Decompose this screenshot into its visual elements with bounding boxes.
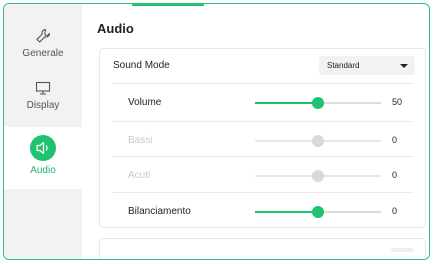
- top-indicator: [132, 4, 204, 6]
- page-title: Audio: [97, 21, 134, 36]
- sound-mode-row: Sound Mode Standard: [100, 49, 425, 83]
- slider-label: Bilanciamento: [128, 206, 191, 217]
- next-settings-panel: [99, 238, 426, 259]
- slider-label: Bassi: [128, 135, 153, 146]
- chevron-down-icon: [400, 64, 408, 68]
- divider: [112, 83, 413, 84]
- bilanciamento-slider[interactable]: [255, 206, 381, 218]
- sidebar-item-display[interactable]: Display: [4, 80, 82, 116]
- slider-fill: [255, 102, 318, 104]
- slider-fill: [255, 211, 318, 213]
- audio-icon-badge: [30, 135, 56, 161]
- slider-label: Acuti: [128, 170, 151, 181]
- sidebar-item-label: Audio: [30, 165, 56, 176]
- sound-mode-label: Sound Mode: [113, 60, 170, 71]
- wrench-icon: [36, 28, 51, 43]
- slider-thumb[interactable]: [312, 97, 324, 109]
- volume-row: Volume 50: [100, 86, 425, 120]
- slider-label: Volume: [128, 97, 162, 108]
- divider: [112, 121, 413, 122]
- monitor-icon: [35, 81, 51, 95]
- slider-thumb[interactable]: [312, 170, 324, 182]
- divider: [112, 156, 413, 157]
- slider-value: 0: [392, 135, 398, 145]
- audio-settings-panel: Sound Mode Standard Volume 50 Bassi 0 Ac…: [99, 48, 426, 228]
- slider-value: 0: [392, 170, 398, 180]
- acuti-row: Acuti 0: [100, 159, 425, 193]
- bassi-row: Bassi 0: [100, 124, 425, 158]
- sidebar-item-audio[interactable]: Audio: [4, 127, 82, 189]
- partial-control: [391, 248, 413, 252]
- acuti-slider[interactable]: [255, 170, 381, 182]
- sound-mode-value: Standard: [327, 61, 360, 70]
- slider-value: 50: [392, 97, 403, 107]
- slider-thumb[interactable]: [312, 206, 324, 218]
- sound-mode-select[interactable]: Standard: [319, 56, 415, 75]
- sidebar-item-label: Display: [26, 100, 60, 111]
- app-window: Generale Display Audio Audio Sound Mode …: [3, 3, 430, 260]
- bilanciamento-row: Bilanciamento 0: [100, 195, 425, 229]
- sidebar-item-label: Generale: [22, 48, 64, 59]
- volume-slider[interactable]: [255, 97, 381, 109]
- slider-thumb[interactable]: [312, 135, 324, 147]
- slider-value: 0: [392, 206, 398, 216]
- bassi-slider[interactable]: [255, 135, 381, 147]
- divider: [112, 192, 413, 193]
- sidebar: Generale Display Audio: [4, 4, 82, 259]
- sidebar-item-generale[interactable]: Generale: [4, 28, 82, 62]
- speaker-icon: [36, 141, 48, 155]
